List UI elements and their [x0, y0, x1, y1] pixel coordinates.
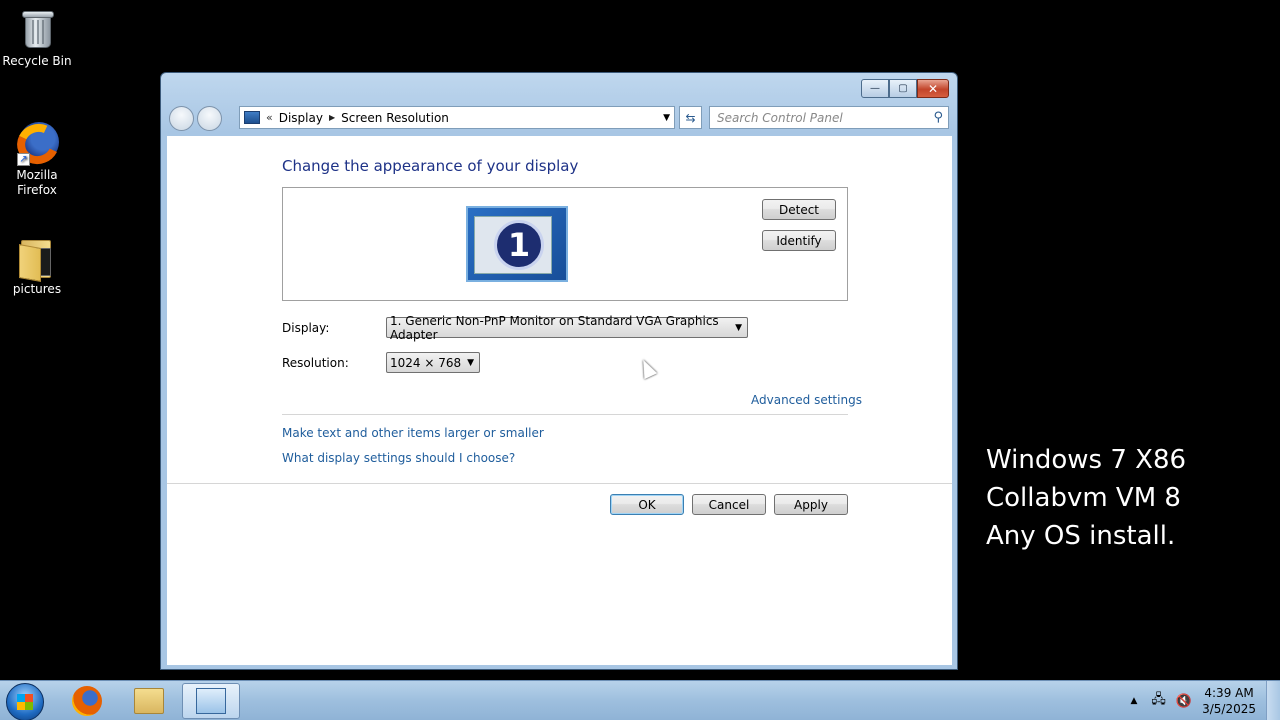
overlay-caption: Windows 7 X86 Collabvm VM 8 Any OS insta… — [986, 441, 1186, 555]
desktop-icon-firefox[interactable]: ↗ Mozilla Firefox — [0, 118, 74, 198]
show-hidden-icons-icon[interactable]: ▲ — [1130, 696, 1137, 706]
monitor-number: 1 — [494, 220, 544, 270]
desktop-icon-label: Recycle Bin — [2, 54, 72, 68]
minimize-button[interactable]: — — [861, 79, 889, 98]
divider — [282, 414, 848, 415]
start-button[interactable] — [6, 683, 44, 720]
overlay-line: Windows 7 X86 — [986, 445, 1187, 475]
forward-button[interactable] — [197, 106, 222, 131]
identify-button[interactable]: Identify — [762, 230, 836, 251]
taskbar-firefox[interactable] — [58, 683, 116, 719]
clock[interactable]: 4:39 AM 3/5/2025 — [1202, 685, 1256, 717]
resolution-label: Resolution: — [282, 356, 349, 370]
system-tray: ▲ 🖧 🔇 4:39 AM 3/5/2025 — [1130, 681, 1280, 720]
apply-button[interactable]: Apply — [774, 494, 848, 515]
network-icon[interactable]: 🖧 — [1151, 690, 1166, 712]
page-title: Change the appearance of your display — [282, 157, 579, 175]
content-pane: Change the appearance of your display 1 … — [167, 136, 952, 665]
text-size-link[interactable]: Make text and other items larger or smal… — [282, 426, 544, 440]
clock-time: 4:39 AM — [1204, 686, 1254, 700]
navigation-bar: « Display ▶ Screen Resolution ▼ ⇆ Search… — [169, 105, 949, 131]
maximize-button[interactable]: ▢ — [889, 79, 917, 98]
shortcut-arrow-icon: ↗ — [17, 153, 30, 166]
divider — [167, 483, 952, 484]
monitor-icon[interactable]: 1 — [466, 206, 568, 282]
clock-date: 3/5/2025 — [1202, 702, 1256, 716]
caption-buttons: — ▢ ✕ — [861, 79, 949, 98]
display-select-value: 1. Generic Non-PnP Monitor on Standard V… — [390, 313, 719, 342]
taskbar: ▲ 🖧 🔇 4:39 AM 3/5/2025 — [0, 680, 1280, 720]
dropdown-arrow-icon: ▼ — [467, 357, 474, 368]
taskbar-control-panel[interactable] — [182, 683, 240, 719]
dropdown-arrow-icon: ▼ — [735, 322, 742, 333]
cancel-button[interactable]: Cancel — [692, 494, 766, 515]
volume-muted-icon[interactable]: 🔇 — [1176, 694, 1192, 709]
desktop-icon-recycle-bin[interactable]: Recycle Bin — [0, 6, 74, 69]
address-dropdown-icon[interactable]: ▼ — [663, 113, 670, 123]
close-button[interactable]: ✕ — [917, 79, 949, 98]
search-icon[interactable]: ⚲ — [933, 110, 943, 125]
windows-logo-icon — [17, 694, 33, 710]
desktop-icon-label: Mozilla Firefox — [16, 168, 58, 197]
screen-resolution-window: — ▢ ✕ « Display ▶ Screen Resolution ▼ ⇆ … — [160, 72, 958, 670]
folder-icon — [134, 688, 164, 714]
folder-icon — [15, 234, 59, 282]
back-button[interactable] — [169, 106, 194, 131]
advanced-settings-link[interactable]: Advanced settings — [751, 393, 862, 407]
overlay-line: Any OS install. — [986, 521, 1176, 551]
search-input[interactable]: Search Control Panel ⚲ — [709, 106, 949, 129]
show-desktop-button[interactable] — [1266, 681, 1280, 720]
breadcrumb-screen-resolution[interactable]: Screen Resolution — [341, 111, 449, 125]
display-label: Display: — [282, 321, 330, 335]
display-settings-help-link[interactable]: What display settings should I choose? — [282, 451, 515, 465]
control-panel-icon — [196, 688, 226, 714]
desktop-icon-pictures[interactable]: pictures — [0, 234, 74, 297]
detect-button[interactable]: Detect — [762, 199, 836, 220]
breadcrumb-overflow[interactable]: « — [266, 111, 273, 124]
overlay-line: Collabvm VM 8 — [986, 483, 1181, 513]
taskbar-explorer[interactable] — [120, 683, 178, 719]
resolution-select-value: 1024 × 768 — [390, 355, 462, 370]
refresh-icon[interactable]: ⇆ — [679, 106, 702, 129]
desktop-icon-label: pictures — [12, 282, 62, 296]
recycle-bin-icon — [15, 6, 59, 50]
control-panel-icon — [244, 111, 260, 124]
firefox-icon — [72, 686, 102, 716]
firefox-icon: ↗ — [11, 118, 65, 170]
address-bar[interactable]: « Display ▶ Screen Resolution ▼ — [239, 106, 675, 129]
ok-button[interactable]: OK — [610, 494, 684, 515]
breadcrumb-separator-icon[interactable]: ▶ — [329, 113, 335, 122]
breadcrumb-display[interactable]: Display — [279, 111, 323, 125]
display-select[interactable]: 1. Generic Non-PnP Monitor on Standard V… — [386, 314, 748, 342]
search-placeholder: Search Control Panel — [717, 110, 843, 125]
resolution-select[interactable]: 1024 × 768 ▼ — [386, 352, 480, 373]
monitor-arrangement-box: 1 Detect Identify — [282, 187, 848, 301]
